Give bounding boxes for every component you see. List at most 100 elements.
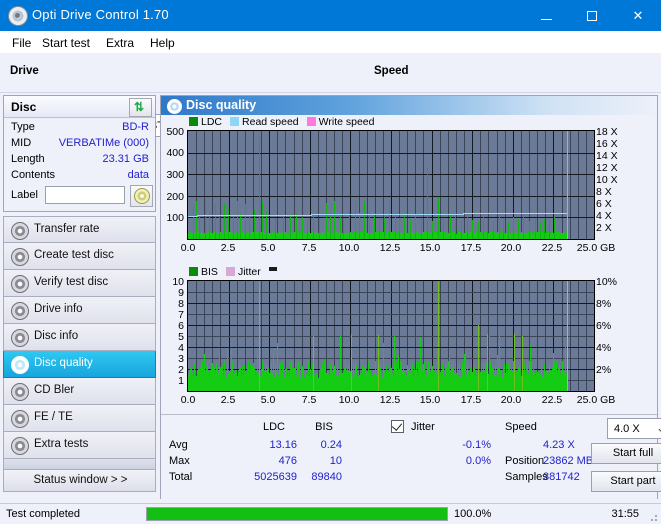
ldc-spike [355,201,356,239]
disc-label-cd-button[interactable] [130,185,153,207]
stats-ldc-total: 5025639 [254,471,297,483]
bis-spike [514,333,515,391]
legend-entry-write-speed: Write speed [306,116,375,128]
jitter-line-segment [233,347,235,348]
menu-item-start-test[interactable]: Start test [38,35,94,51]
gridline-horizontal [188,153,594,154]
jitter-checkbox[interactable] [391,420,404,433]
menu-item-file[interactable]: File [8,35,35,51]
ldc-spike [461,221,462,239]
disc-label-row: Label [4,185,155,209]
start-full-button[interactable]: Start full [591,443,661,464]
bis-xtick-4: 10.0 [338,394,360,406]
disc-label-input[interactable] [45,186,125,204]
ldc-spike [228,209,229,239]
jitter-line-segment [473,347,475,348]
stats-ldc-max: 476 [278,455,297,467]
disc-refresh-button[interactable]: ⇅ [129,98,152,117]
jitter-line-segment [215,347,217,348]
jitter-line-segment [359,347,361,348]
legend-entry-bis: BIS [189,266,218,278]
legend-swatch-ldc [189,117,198,126]
sidebar-item-verify-test-disc[interactable]: Verify test disc [3,270,156,297]
jitter-line-segment [461,347,463,348]
ldc-spike [237,201,238,239]
sidebar-item-extra-tests[interactable]: Extra tests [3,432,156,459]
stats-header-bis: BIS [315,421,333,433]
ldc-chart: LDC Read speed Write speed 500 400 300 200… [161,116,657,262]
gridline-vertical [229,131,230,239]
bis-xtick-9: 22.5 [541,394,563,406]
ldc-spike [415,215,416,239]
jitter-line-segment [488,347,490,348]
ldc-spike [359,213,360,239]
jitter-line-segment [533,347,535,348]
ldc-chart-legend: LDC Read speed Write speed [189,116,383,128]
ldc-spike [240,213,241,239]
sidebar-item-disc-info[interactable]: Disc info [3,324,156,351]
jitter-line-segment [326,347,328,348]
bis-xtick-6: 15.0 [419,394,441,406]
sidebar-item-create-test-disc[interactable]: Create test disc [3,243,156,270]
ldc-xtick-6: 15.0 [419,242,441,254]
stats-jitter-max: 0.0% [465,455,491,467]
stats-row-label-avg: Avg [169,439,188,451]
jitter-line-segment [191,347,193,348]
bis-xtick-8: 20.0 [500,394,522,406]
sidebar-item-transfer-rate[interactable]: Transfer rate [3,216,156,243]
jitter-line-segment [491,347,493,348]
minimize-button[interactable] [523,0,569,31]
disc-row-mid: MID VERBATIMe (000) [4,137,155,153]
ldc-ytick-500: 500 [166,126,184,138]
stats-bis-max: 10 [329,455,342,467]
cd-disc-icon [134,188,150,204]
jitter-line-segment [284,347,286,348]
bis-spike [487,334,488,391]
ldc-spike [503,218,504,239]
jitter-line-segment [269,347,271,348]
sidebar-item-fe-te[interactable]: FE / TE [3,405,156,432]
legend-swatch-write-speed [306,117,316,126]
bis-y2tick-6pct: 6% [596,320,612,332]
jitter-line-segment [536,347,538,348]
status-bar: Test completed 100.0% 31:55 [0,503,661,524]
sidebar-item-disc-quality[interactable]: Disc quality [3,351,156,378]
menu-item-help[interactable]: Help [146,35,179,51]
ldc-spike [205,202,206,239]
gridline-vertical [220,131,221,239]
sidebar-item-cd-bler[interactable]: CD Bler [3,378,156,405]
jitter-line-segment [494,347,496,348]
status-message: Test completed [6,508,80,520]
gridline-vertical [367,131,368,239]
disc-panel-header: Disc ⇅ [4,96,155,118]
ldc-spike [399,218,400,239]
jitter-line-segment [212,347,214,348]
jitter-line-segment [440,347,442,348]
jitter-line-segment [383,347,385,348]
ldc-y2tick-2x: 2 X [596,222,612,234]
stats-bis-avg: 0.24 [320,439,342,451]
ldc-y2tick-10x: 10 X [596,174,618,186]
jitter-line-segment [437,347,439,348]
jitter-line-segment [530,347,532,348]
jitter-line-segment [554,347,556,348]
close-button[interactable]: ✕ [615,0,661,31]
jitter-line-segment [317,347,319,348]
status-window-button[interactable]: Status window > > [3,469,156,492]
start-part-button[interactable]: Start part [591,471,661,492]
check-icon [391,420,403,431]
jitter-line-segment [458,347,460,348]
menu-item-extra[interactable]: Extra [102,35,138,51]
ldc-spike [343,218,344,239]
bis-xtick-5: 12.5 [379,394,401,406]
disc-extra-icon [11,437,29,455]
stats-header-ldc: LDC [262,421,285,433]
maximize-button[interactable] [569,0,615,31]
stats-row-label-total: Total [169,471,193,483]
jitter-line-segment [245,347,247,348]
jitter-line-segment [230,347,232,348]
sidebar-item-drive-info[interactable]: Drive info [3,297,156,324]
test-speed-select[interactable]: 4.0 X [607,418,661,439]
resize-grip[interactable] [648,512,658,522]
stats-position-label: Position [505,455,545,467]
